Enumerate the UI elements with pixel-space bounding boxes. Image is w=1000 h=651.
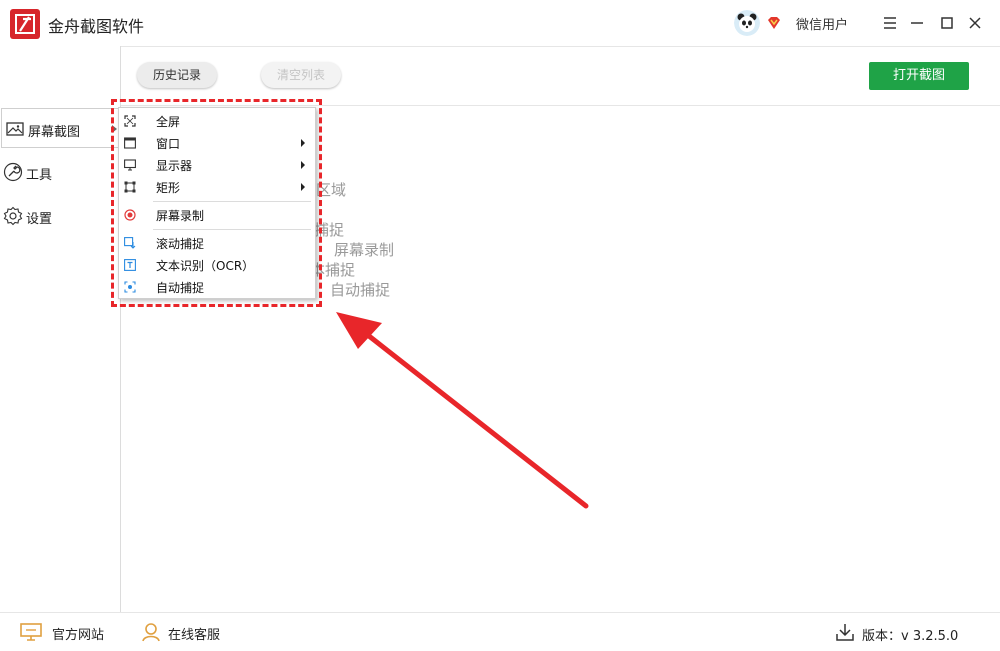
menu-item-fullscreen[interactable]: 全屏 — [119, 110, 315, 132]
avatar[interactable] — [734, 10, 760, 36]
menu-item-label: 文本识别（OCR） — [156, 259, 255, 273]
menu-item-label: 滚动捕捉 — [156, 237, 205, 251]
menu-item-label: 窗口 — [156, 137, 181, 151]
sidebar-item-screenshot[interactable]: 屏幕截图 — [1, 108, 120, 148]
menu-item-label: 屏幕录制 — [156, 209, 205, 223]
monitor-icon[interactable] — [20, 622, 42, 642]
menu-item-auto-capture[interactable]: 自动捕捉 — [119, 276, 315, 298]
hint-text: 区域 — [316, 181, 347, 199]
wrench-icon — [3, 162, 23, 182]
rectangle-icon — [124, 181, 136, 193]
customer-service-icon[interactable] — [140, 622, 162, 642]
version-label: 版本：v 3.2.5.0 — [862, 629, 959, 644]
sidebar-item-label: 屏幕截图 — [28, 125, 81, 140]
menu-item-label: 自动捕捉 — [156, 281, 205, 295]
history-button[interactable]: 历史记录 — [137, 62, 217, 88]
sidebar-item-tools[interactable]: 工具 — [0, 152, 120, 192]
menu-separator — [153, 201, 311, 202]
fullscreen-icon — [124, 115, 136, 127]
hint-text: 自动捕捉 — [330, 281, 391, 299]
caret-right-icon — [112, 125, 117, 133]
footer: 官方网站 在线客服 版本：v 3.2.5.0 — [0, 612, 1000, 651]
official-website-link[interactable]: 官方网站 — [52, 624, 104, 643]
menu-item-ocr[interactable]: 文本识别（OCR） — [119, 254, 315, 276]
menu-item-screen-record[interactable]: 屏幕录制 — [119, 204, 315, 226]
username[interactable]: 微信用户 — [796, 14, 848, 33]
maximize-icon[interactable] — [936, 12, 958, 34]
auto-capture-icon — [124, 281, 136, 293]
menu-item-rectangle[interactable]: 矩形 — [119, 176, 315, 198]
toolbar: 历史记录 清空列表 打开截图 — [121, 46, 1000, 106]
title-bar: 金舟截图软件 微信用户 — [0, 0, 1000, 47]
menu-item-monitor[interactable]: 显示器 — [119, 154, 315, 176]
clear-list-button[interactable]: 清空列表 — [261, 62, 341, 88]
menu-item-scroll-capture[interactable]: 滚动捕捉 — [119, 232, 315, 254]
window-icon — [124, 137, 136, 149]
close-icon[interactable] — [964, 12, 986, 34]
menu-item-label: 全屏 — [156, 115, 181, 129]
online-support-link[interactable]: 在线客服 — [168, 624, 220, 643]
menu-icon[interactable] — [879, 12, 901, 34]
download-icon[interactable] — [834, 622, 856, 642]
scroll-capture-icon — [124, 237, 136, 249]
minimize-icon[interactable] — [906, 12, 928, 34]
hint-text: 捕捉 — [314, 221, 345, 239]
gear-icon — [3, 206, 23, 226]
submenu-arrow-icon — [301, 139, 305, 147]
panda-avatar-icon — [734, 10, 760, 36]
menu-item-label: 矩形 — [156, 181, 181, 195]
image-icon — [6, 122, 24, 136]
app-logo-icon — [10, 9, 40, 39]
sidebar-item-label: 设置 — [26, 212, 53, 227]
submenu-arrow-icon — [301, 161, 305, 169]
sidebar-item-settings[interactable]: 设置 — [0, 196, 120, 236]
menu-item-window[interactable]: 窗口 — [119, 132, 315, 154]
monitor-icon — [124, 159, 136, 171]
submenu-arrow-icon — [301, 183, 305, 191]
hint-text: 本捕捉 — [310, 261, 356, 279]
sidebar: 屏幕截图 工具 设置 — [0, 46, 121, 612]
ocr-icon — [124, 259, 136, 271]
screenshot-context-menu: 全屏 窗口 显示器 矩形 屏幕录制 滚动捕捉 文本识别（OCR） 自动捕捉 — [118, 107, 316, 299]
open-screenshot-button[interactable]: 打开截图 — [869, 62, 969, 90]
sidebar-item-label: 工具 — [26, 168, 53, 183]
menu-separator — [153, 229, 311, 230]
vip-diamond-icon[interactable] — [766, 15, 782, 31]
record-icon — [124, 209, 136, 221]
hint-text: 屏幕录制 — [334, 241, 395, 259]
menu-item-label: 显示器 — [156, 159, 193, 173]
app-title: 金舟截图软件 — [48, 17, 145, 36]
